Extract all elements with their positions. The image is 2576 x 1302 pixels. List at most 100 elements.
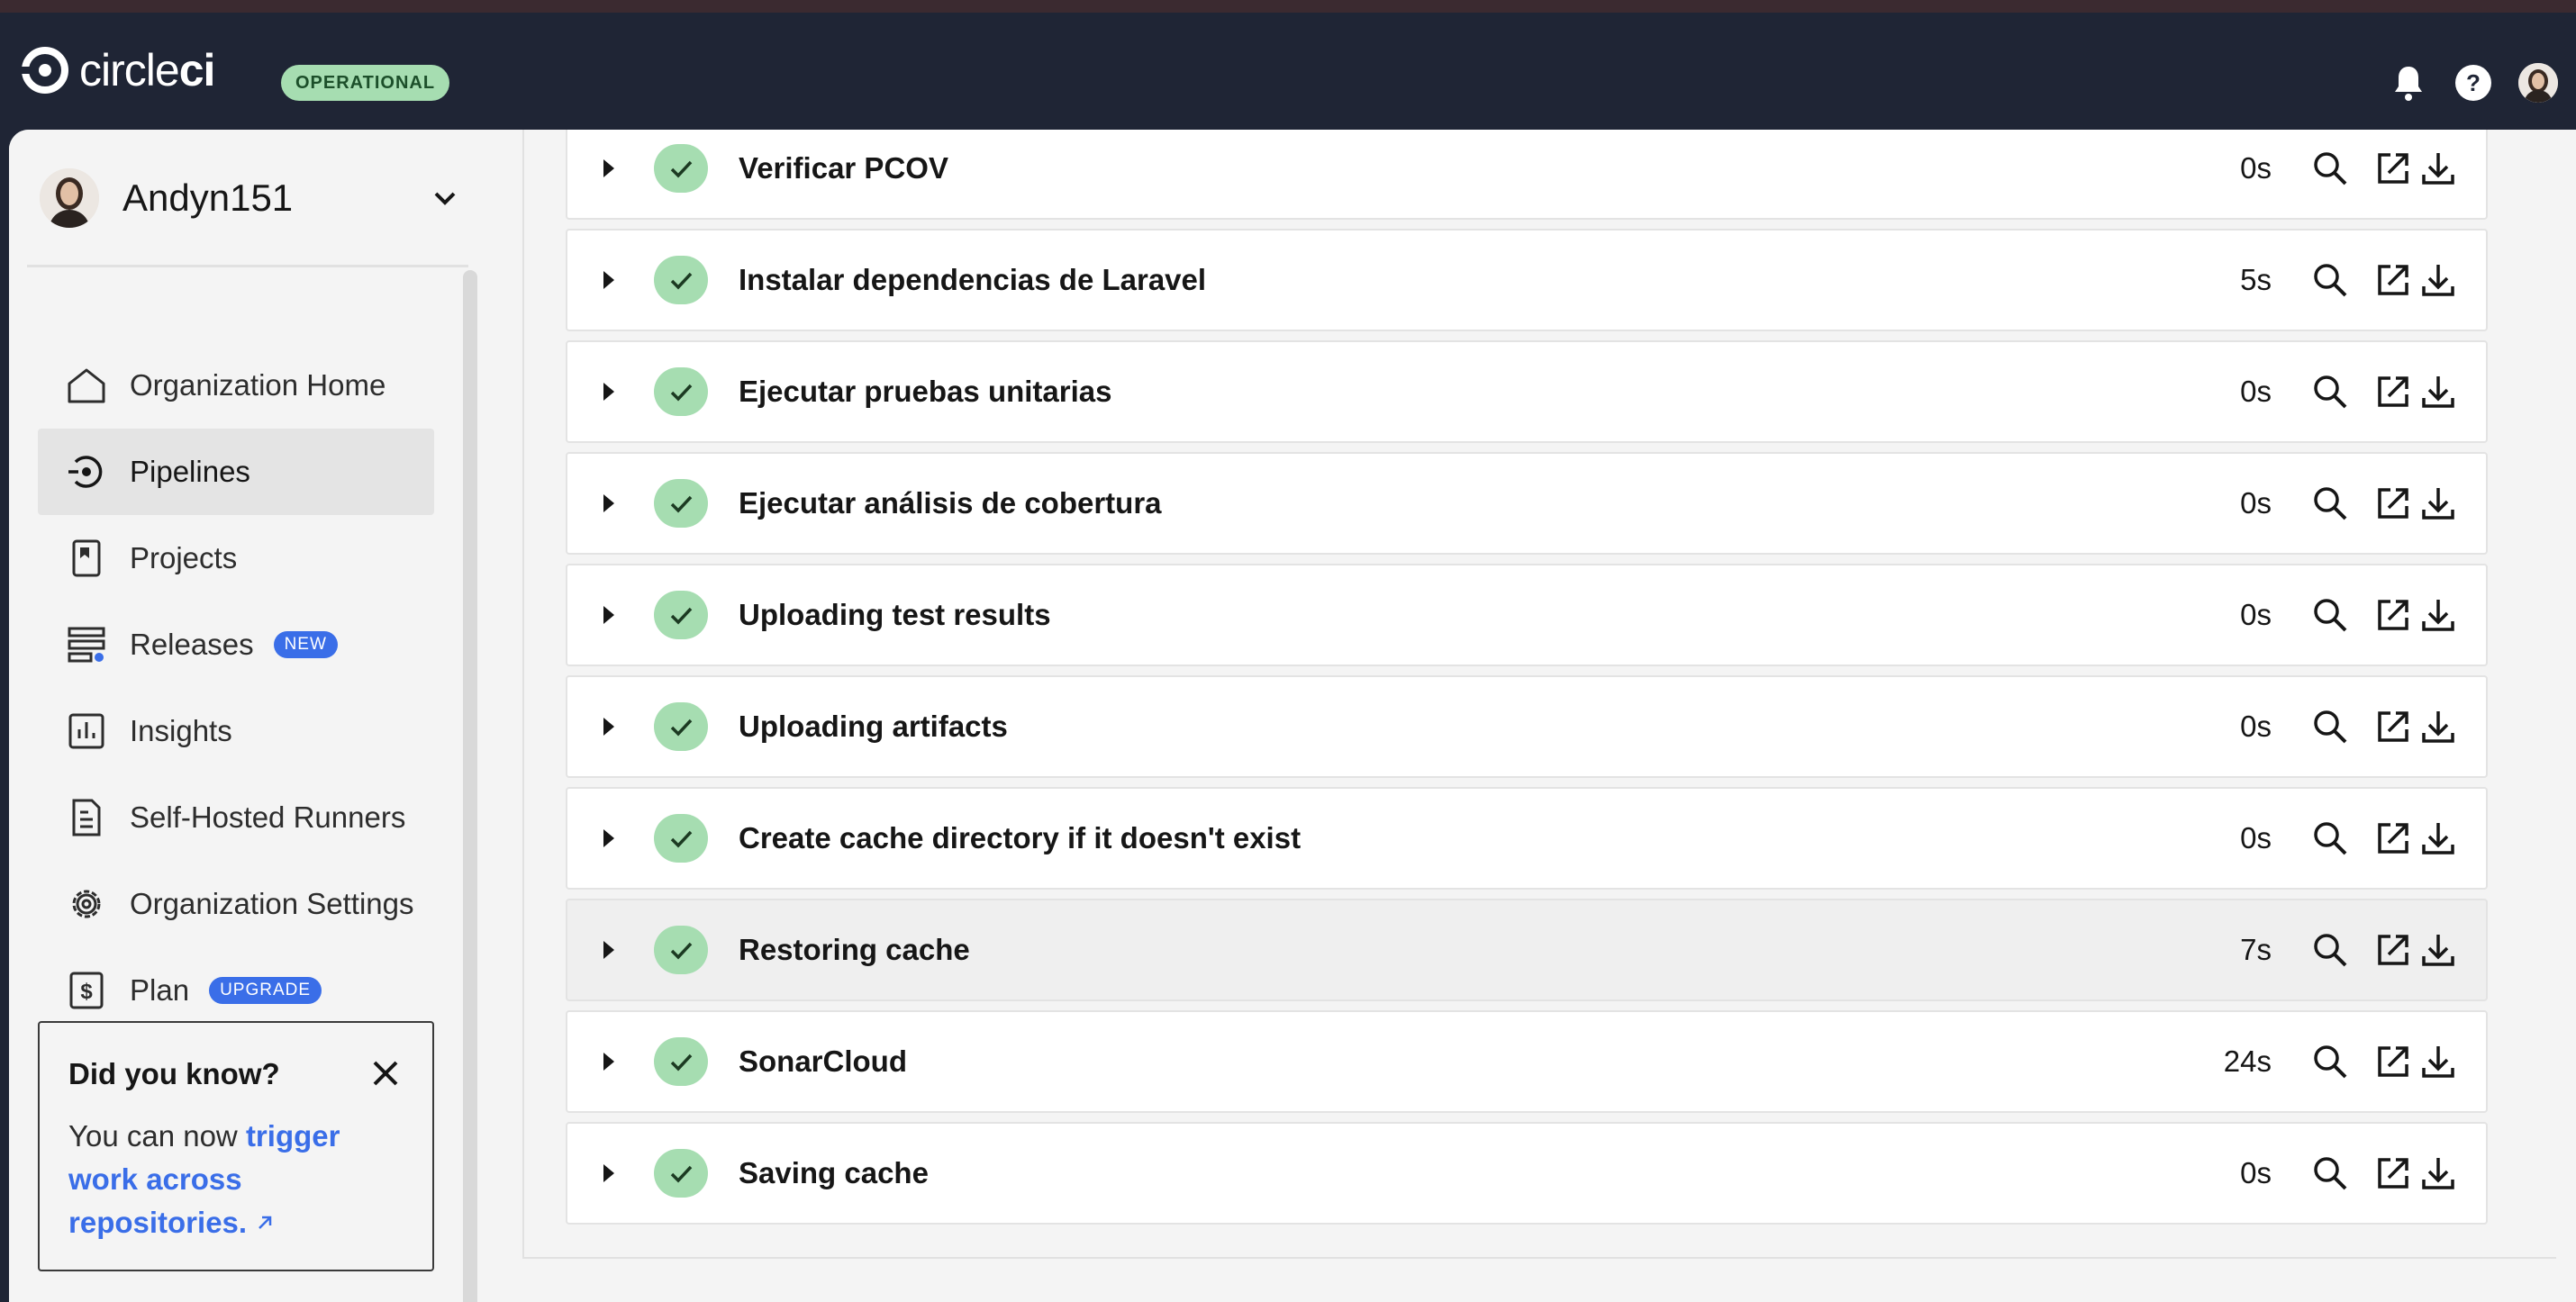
sidebar-scrollbar[interactable] [463, 270, 477, 1302]
sidebar-item-label: Organization Home [130, 368, 386, 402]
expand-caret-icon[interactable] [603, 941, 614, 959]
help-icon[interactable]: ? [2452, 61, 2495, 104]
search-icon[interactable] [2309, 259, 2351, 301]
circleci-logo[interactable]: circleci [22, 47, 215, 94]
expand-caret-icon[interactable] [603, 1053, 614, 1071]
step-duration: 0s [2240, 486, 2272, 520]
sidebar-item-projects[interactable]: Projects [38, 515, 434, 601]
user-avatar[interactable] [2518, 63, 2558, 103]
sidebar-item-pipelines[interactable]: Pipelines [38, 429, 434, 515]
sidebar-item-insights[interactable]: Insights [38, 688, 434, 774]
success-check-icon [654, 367, 708, 416]
tip-title: Did you know? [68, 1057, 280, 1090]
expand-caret-icon[interactable] [603, 494, 614, 512]
step-row[interactable]: Instalar dependencias de Laravel 5s [566, 229, 2488, 331]
sidebar-item-organization-settings[interactable]: Organization Settings [38, 861, 434, 947]
sidebar: Andyn151 Organization Home Pipelines Pro… [9, 130, 513, 1302]
download-icon[interactable] [2417, 929, 2459, 971]
search-icon[interactable] [2309, 818, 2351, 859]
download-icon[interactable] [2417, 148, 2459, 189]
step-duration: 7s [2240, 933, 2272, 966]
open-external-icon[interactable] [2372, 594, 2414, 636]
runners-icon [65, 796, 108, 839]
open-external-icon[interactable] [2372, 259, 2414, 301]
step-name: Uploading artifacts [739, 710, 1008, 743]
step-duration: 0s [2240, 151, 2272, 185]
success-check-icon [654, 702, 708, 751]
open-external-icon[interactable] [2372, 371, 2414, 412]
expand-caret-icon[interactable] [603, 383, 614, 401]
sidebar-item-releases[interactable]: Releases NEW [38, 601, 434, 688]
sidebar-item-self-hosted-runners[interactable]: Self-Hosted Runners [38, 774, 434, 861]
open-external-icon[interactable] [2372, 929, 2414, 971]
download-icon[interactable] [2417, 259, 2459, 301]
download-icon[interactable] [2417, 1153, 2459, 1194]
open-external-icon[interactable] [2372, 1041, 2414, 1082]
step-row[interactable]: Ejecutar pruebas unitarias 0s [566, 340, 2488, 443]
open-external-icon[interactable] [2372, 1153, 2414, 1194]
sidebar-item-organization-home[interactable]: Organization Home [38, 342, 434, 429]
expand-caret-icon[interactable] [603, 718, 614, 736]
sidebar-divider [27, 265, 468, 267]
open-external-icon[interactable] [2372, 706, 2414, 747]
step-duration: 24s [2223, 1044, 2272, 1078]
expand-caret-icon[interactable] [603, 829, 614, 847]
download-icon[interactable] [2417, 371, 2459, 412]
step-row[interactable]: SonarCloud 24s [566, 1010, 2488, 1113]
step-name: Verificar PCOV [739, 151, 948, 185]
steps-list: Verificar PCOV 0s Instalar dependencias … [566, 130, 2488, 1234]
step-name: Uploading test results [739, 598, 1051, 631]
expand-caret-icon[interactable] [603, 159, 614, 177]
search-icon[interactable] [2309, 483, 2351, 524]
tip-body: You can now trigger work across reposito… [68, 1115, 404, 1244]
upgrade-badge[interactable]: UPGRADE [209, 977, 322, 1004]
top-navigation-bar: circleci OPERATIONAL ? [0, 13, 2576, 130]
success-check-icon [654, 479, 708, 528]
new-badge: NEW [273, 631, 338, 658]
download-icon[interactable] [2417, 483, 2459, 524]
expand-caret-icon[interactable] [603, 1164, 614, 1182]
organization-switcher[interactable]: Andyn151 [40, 166, 463, 231]
download-icon[interactable] [2417, 818, 2459, 859]
close-icon[interactable] [369, 1057, 402, 1090]
step-row[interactable]: Saving cache 0s [566, 1122, 2488, 1225]
step-row[interactable]: Create cache directory if it doesn't exi… [566, 787, 2488, 890]
step-name: Ejecutar análisis de cobertura [739, 486, 1162, 520]
search-icon[interactable] [2309, 706, 2351, 747]
step-row[interactable]: Uploading test results 0s [566, 564, 2488, 666]
open-external-icon[interactable] [2372, 483, 2414, 524]
search-icon[interactable] [2309, 148, 2351, 189]
download-icon[interactable] [2417, 706, 2459, 747]
system-status-badge[interactable]: OPERATIONAL [281, 65, 450, 101]
step-row[interactable]: Ejecutar análisis de cobertura 0s [566, 452, 2488, 555]
search-icon[interactable] [2309, 594, 2351, 636]
svg-text:$: $ [80, 980, 93, 1004]
search-icon[interactable] [2309, 1041, 2351, 1082]
expand-caret-icon[interactable] [603, 606, 614, 624]
chevron-down-icon[interactable] [427, 180, 463, 216]
step-duration: 0s [2240, 598, 2272, 631]
expand-caret-icon[interactable] [603, 271, 614, 289]
download-icon[interactable] [2417, 1041, 2459, 1082]
notifications-bell-icon[interactable] [2387, 61, 2430, 104]
open-external-icon[interactable] [2372, 148, 2414, 189]
organization-name: Andyn151 [122, 176, 294, 219]
step-duration: 0s [2240, 1156, 2272, 1189]
search-icon[interactable] [2309, 1153, 2351, 1194]
step-duration: 0s [2240, 821, 2272, 854]
pipelines-icon [65, 450, 108, 493]
success-check-icon [654, 256, 708, 304]
step-row[interactable]: Verificar PCOV 0s [566, 130, 2488, 220]
search-icon[interactable] [2309, 929, 2351, 971]
step-row[interactable]: Restoring cache 7s [566, 899, 2488, 1001]
step-name: Create cache directory if it doesn't exi… [739, 821, 1302, 854]
search-icon[interactable] [2309, 371, 2351, 412]
step-row[interactable]: Uploading artifacts 0s [566, 675, 2488, 778]
sidebar-navigation: Organization Home Pipelines Projects Rel… [38, 342, 434, 1034]
sidebar-item-label: Insights [130, 714, 232, 747]
open-external-icon[interactable] [2372, 818, 2414, 859]
download-icon[interactable] [2417, 594, 2459, 636]
gear-icon [65, 882, 108, 926]
insights-icon [65, 710, 108, 753]
step-name: Instalar dependencias de Laravel [739, 263, 1207, 296]
